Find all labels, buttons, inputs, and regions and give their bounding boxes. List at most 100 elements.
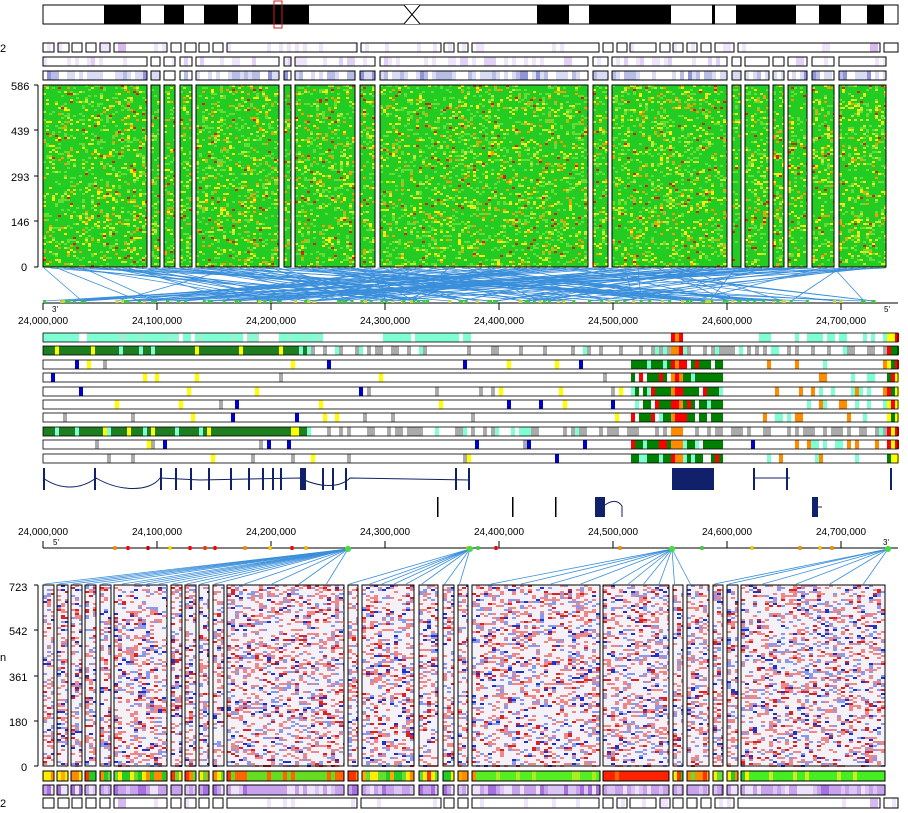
heatmap-cell xyxy=(109,129,112,131)
annotation-cell xyxy=(59,71,63,80)
heatmap-cell xyxy=(61,231,64,233)
heatmap-cell xyxy=(112,197,115,199)
heatmap-cell xyxy=(49,177,52,179)
heatmap-cell xyxy=(287,113,290,115)
heatmap-cell xyxy=(369,245,372,247)
heatmap-cell xyxy=(220,247,223,249)
heatmap-cell xyxy=(106,155,109,157)
heatmap-cell xyxy=(49,145,52,147)
annotation-cell xyxy=(452,57,456,66)
heatmap-cell xyxy=(268,105,271,107)
heatmap-cell xyxy=(49,151,52,153)
heatmap-cell xyxy=(313,129,316,131)
heatmap-cell xyxy=(124,99,127,101)
heatmap-cell xyxy=(337,171,340,173)
heatmap-cell xyxy=(310,145,313,147)
heatmap-cell xyxy=(61,145,64,147)
annotation-cell xyxy=(754,43,758,52)
heatmap-cell xyxy=(118,231,121,233)
heatmap-cell xyxy=(238,219,241,221)
heatmap-cell xyxy=(325,201,328,203)
heatmap-cell xyxy=(328,191,331,193)
heatmap-cell xyxy=(369,159,372,161)
annotation-cell xyxy=(761,57,765,66)
heatmap-cell xyxy=(369,239,372,241)
heatmap-cell xyxy=(46,179,49,181)
heatmap-cell xyxy=(124,109,127,111)
heatmap-cell xyxy=(136,229,139,231)
heatmap-cell xyxy=(64,137,67,139)
heatmap-cell xyxy=(94,133,97,135)
heatmap-cell xyxy=(256,211,259,213)
heatmap-cell xyxy=(136,209,139,211)
heatmap-cell xyxy=(383,127,386,129)
heatmap-cell xyxy=(94,183,97,185)
heatmap-cell xyxy=(244,175,247,177)
heatmap-cell xyxy=(118,107,121,109)
heatmap-cell xyxy=(262,97,265,99)
annotation-cell xyxy=(131,57,135,66)
heatmap-cell xyxy=(76,143,79,145)
heatmap-cell xyxy=(271,247,274,249)
heatmap-cell xyxy=(287,127,290,129)
heatmap-cell xyxy=(265,167,268,169)
heatmap-cell xyxy=(202,253,205,255)
heatmap-cell xyxy=(340,209,343,211)
heatmap-cell xyxy=(67,225,70,227)
heatmap-cell xyxy=(76,121,79,123)
heatmap-cell xyxy=(244,187,247,189)
heatmap-cell xyxy=(369,263,372,265)
heatmap-cell xyxy=(100,161,103,163)
heatmap-cell xyxy=(346,261,349,263)
heatmap-cell xyxy=(310,95,313,97)
heatmap-cell xyxy=(124,209,127,211)
heatmap-cell xyxy=(223,147,226,149)
heatmap-cell xyxy=(183,259,186,261)
heatmap-cell xyxy=(346,245,349,247)
heatmap-cell xyxy=(262,95,265,97)
heatmap-cell xyxy=(91,237,94,239)
heatmap-cell xyxy=(316,239,319,241)
heatmap-cell xyxy=(268,123,271,125)
heatmap-cell xyxy=(229,169,232,171)
heatmap-cell xyxy=(124,145,127,147)
heatmap-cell xyxy=(55,97,58,99)
heatmap-cell xyxy=(73,107,76,109)
heatmap-cell xyxy=(112,135,115,137)
heatmap-cell xyxy=(91,115,94,117)
heatmap-cell xyxy=(313,119,316,121)
heatmap-cell xyxy=(262,107,265,109)
heatmap-cell xyxy=(298,207,301,209)
heatmap-cell xyxy=(142,203,145,205)
heatmap-cell xyxy=(319,181,322,183)
heatmap-cell xyxy=(115,161,118,163)
annotation-cell xyxy=(283,43,287,52)
heatmap-cell xyxy=(253,105,256,107)
heatmap-cell xyxy=(247,227,250,229)
heatmap-cell xyxy=(343,209,346,211)
heatmap-cell xyxy=(271,113,274,115)
heatmap-cell xyxy=(343,213,346,215)
heatmap-cell xyxy=(343,211,346,213)
heatmap-cell xyxy=(325,117,328,119)
annotation-cell xyxy=(139,57,143,66)
heatmap-cell xyxy=(307,203,310,205)
heatmap-cell xyxy=(91,123,94,125)
heatmap-cell xyxy=(383,247,386,249)
annotation-cell xyxy=(299,71,303,80)
heatmap-cell xyxy=(262,243,265,245)
heatmap-cell xyxy=(118,207,121,209)
heatmap-cell xyxy=(109,195,112,197)
heatmap-cell xyxy=(265,197,268,199)
heatmap-cell xyxy=(349,199,352,201)
heatmap-cell xyxy=(76,131,79,133)
heatmap-cell xyxy=(337,149,340,151)
heatmap-cell xyxy=(235,223,238,225)
heatmap-cell xyxy=(115,239,118,241)
heatmap-cell xyxy=(170,117,173,119)
annotation-cell xyxy=(516,43,520,52)
heatmap-cell xyxy=(244,163,247,165)
heatmap-cell xyxy=(67,113,70,115)
heatmap-cell xyxy=(170,215,173,217)
heatmap-cell xyxy=(217,173,220,175)
